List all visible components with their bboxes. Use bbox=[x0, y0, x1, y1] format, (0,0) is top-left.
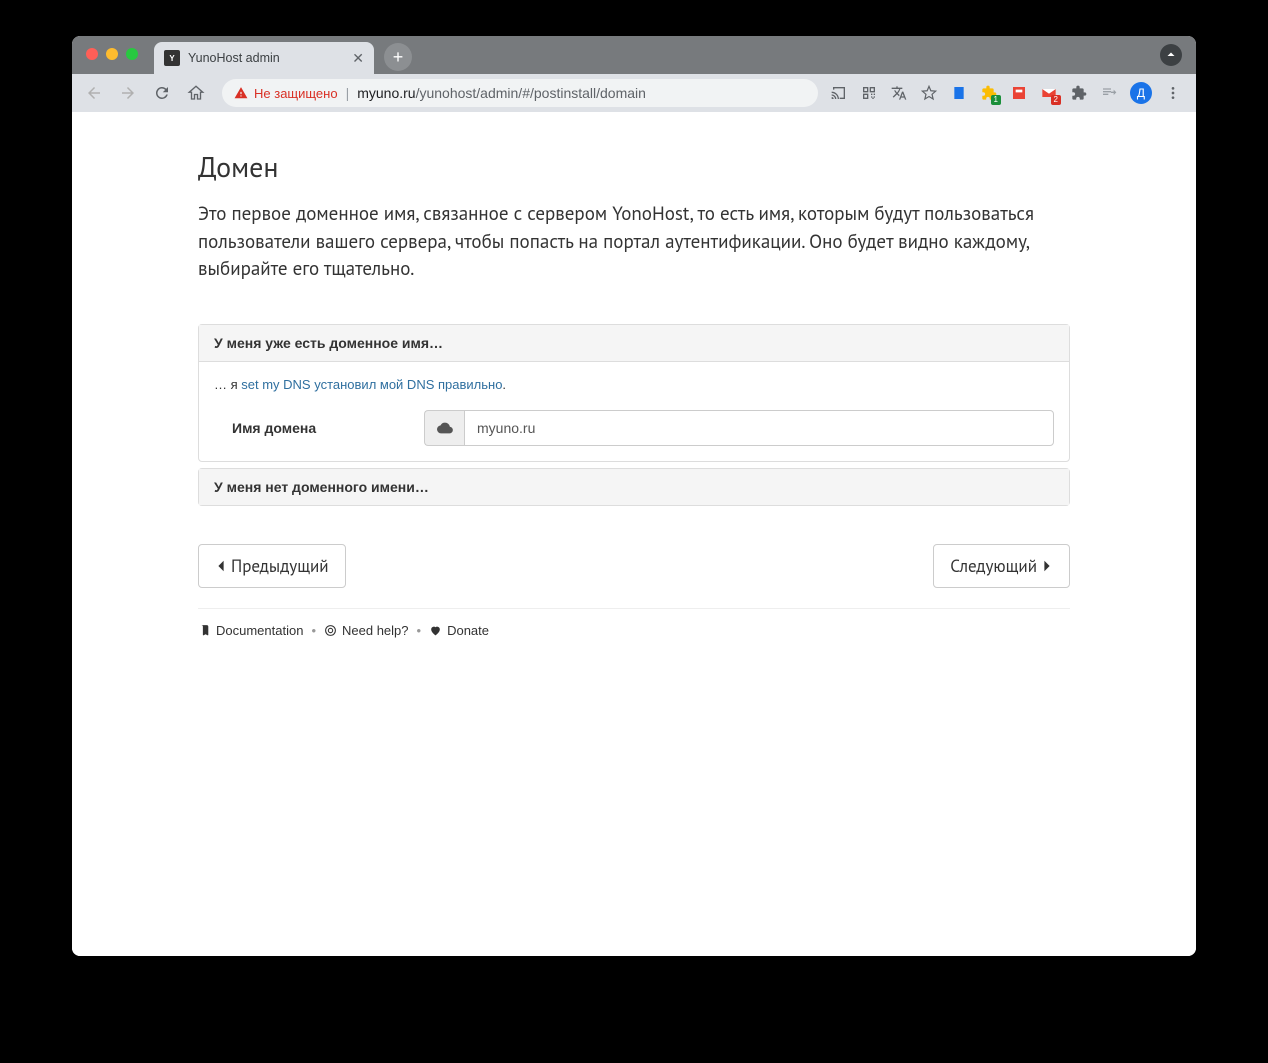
extension-bookmark-icon[interactable] bbox=[950, 84, 968, 102]
page-content: Домен Это первое доменное имя, связанное… bbox=[72, 112, 1196, 956]
extension-save-icon[interactable] bbox=[1010, 84, 1028, 102]
panel-no-domain: У меня нет доменного имени… bbox=[198, 468, 1070, 506]
domain-label: Имя домена bbox=[214, 420, 424, 436]
next-label: Следующий bbox=[950, 555, 1037, 577]
kebab-menu-icon[interactable] bbox=[1164, 84, 1182, 102]
separator: | bbox=[346, 85, 350, 101]
tab-title: YunoHost admin bbox=[188, 51, 280, 65]
back-button[interactable] bbox=[80, 79, 108, 107]
translate-icon[interactable] bbox=[890, 84, 908, 102]
window-controls bbox=[86, 48, 138, 60]
lifebuoy-icon bbox=[324, 624, 337, 637]
url-path: /yunohost/admin/#/postinstall/domain bbox=[416, 85, 646, 101]
qr-icon[interactable] bbox=[860, 84, 878, 102]
toolbar-icons: 1 2 Д bbox=[830, 82, 1188, 104]
close-window-button[interactable] bbox=[86, 48, 98, 60]
donate-link[interactable]: Donate bbox=[429, 623, 489, 638]
omnibox[interactable]: Не защищено | myuno.ru/yunohost/admin/#/… bbox=[222, 79, 818, 107]
tab-bar: Y YunoHost admin ✕ + bbox=[72, 36, 1196, 74]
footer-links: Documentation • Need help? • Donate bbox=[198, 623, 1070, 638]
previous-label: Предыдущий bbox=[231, 555, 329, 577]
previous-button[interactable]: Предыдущий bbox=[198, 544, 346, 588]
next-button[interactable]: Следующий bbox=[933, 544, 1070, 588]
close-tab-button[interactable]: ✕ bbox=[352, 50, 364, 67]
book-icon bbox=[198, 624, 211, 637]
not-secure-label: Не защищено bbox=[254, 86, 338, 101]
minimize-window-button[interactable] bbox=[106, 48, 118, 60]
cloud-icon bbox=[424, 410, 464, 446]
url: myuno.ru/yunohost/admin/#/postinstall/do… bbox=[357, 85, 646, 101]
help-link[interactable]: Need help? bbox=[324, 623, 409, 638]
page-lead: Это первое доменное имя, связанное с сер… bbox=[198, 201, 1070, 284]
domain-input[interactable] bbox=[464, 410, 1054, 446]
dns-hint: … я set my DNS установил мой DNS правиль… bbox=[214, 377, 1054, 392]
badge: 2 bbox=[1051, 95, 1061, 105]
panel-heading-no-domain[interactable]: У меня нет доменного имени… bbox=[199, 469, 1069, 505]
profile-avatar[interactable]: Д bbox=[1130, 82, 1152, 104]
maximize-window-button[interactable] bbox=[126, 48, 138, 60]
panel-heading-have-domain[interactable]: У меня уже есть доменное имя… bbox=[199, 325, 1069, 362]
forward-button[interactable] bbox=[114, 79, 142, 107]
reading-list-icon[interactable] bbox=[1100, 84, 1118, 102]
heart-icon bbox=[429, 624, 442, 637]
url-host: myuno.ru bbox=[357, 85, 415, 101]
star-icon[interactable] bbox=[920, 84, 938, 102]
not-secure-badge: Не защищено bbox=[234, 86, 338, 101]
new-tab-button[interactable]: + bbox=[384, 43, 412, 71]
page-title: Домен bbox=[198, 148, 1070, 185]
footer-divider bbox=[198, 608, 1070, 609]
documentation-link[interactable]: Documentation bbox=[198, 623, 303, 638]
reload-button[interactable] bbox=[148, 79, 176, 107]
extension-puzzle-icon[interactable]: 1 bbox=[980, 84, 998, 102]
address-bar: Не защищено | myuno.ru/yunohost/admin/#/… bbox=[72, 74, 1196, 112]
favicon-icon: Y bbox=[164, 50, 180, 66]
browser-window: Y YunoHost admin ✕ + Не защищено | bbox=[72, 36, 1196, 956]
cast-icon[interactable] bbox=[830, 84, 848, 102]
panel-have-domain: У меня уже есть доменное имя… … я set my… bbox=[198, 324, 1070, 462]
extension-gmail-icon[interactable]: 2 bbox=[1040, 84, 1058, 102]
account-menu-button[interactable] bbox=[1160, 44, 1182, 66]
extensions-menu-icon[interactable] bbox=[1070, 84, 1088, 102]
domain-form-row: Имя домена bbox=[214, 410, 1054, 446]
home-button[interactable] bbox=[182, 79, 210, 107]
dns-link[interactable]: set my DNS установил мой DNS правильно bbox=[241, 377, 502, 392]
browser-tab[interactable]: Y YunoHost admin ✕ bbox=[154, 42, 374, 74]
badge: 1 bbox=[991, 95, 1001, 105]
